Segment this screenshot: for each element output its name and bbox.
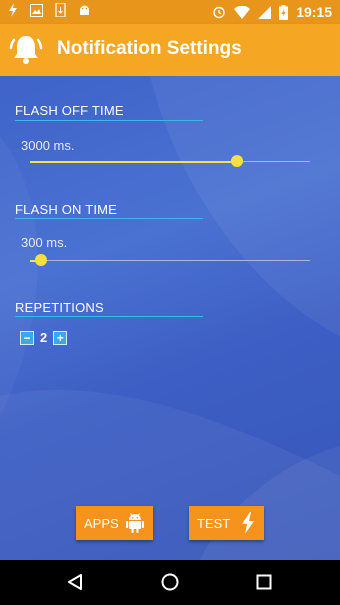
app-bar: Notification Settings (0, 24, 340, 76)
flash-on-value: 300 ms. (21, 235, 68, 250)
bell-icon (9, 36, 43, 64)
home-icon[interactable] (161, 573, 179, 591)
repetitions-value: 2 (40, 330, 48, 345)
battery-charging-icon (279, 4, 289, 20)
apps-button-label: APPS (84, 515, 119, 531)
wifi-icon (234, 5, 251, 19)
status-time: 19:15 (296, 4, 332, 20)
apps-button[interactable]: APPS (76, 506, 153, 540)
status-system-icons: 19:15 (212, 3, 332, 21)
repetitions-stepper: − 2 + (20, 330, 68, 345)
signal-icon (258, 5, 272, 19)
increment-button[interactable]: + (53, 330, 68, 345)
flash-off-slider-fill (30, 160, 238, 163)
repetitions-divider (15, 316, 203, 317)
page-title: Notification Settings (57, 38, 242, 59)
image-icon (30, 3, 43, 17)
repetitions-title: REPETITIONS (15, 300, 104, 315)
flash-on-slider[interactable] (30, 254, 310, 266)
flash-on-divider (15, 218, 203, 219)
flash-on-title: FLASH ON TIME (15, 202, 118, 217)
flash-off-value: 3000 ms. (21, 138, 75, 153)
settings-panel: FLASH OFF TIME 3000 ms. FLASH ON TIME 30… (0, 76, 340, 560)
status-bar: 19:15 (0, 0, 340, 24)
flash-off-slider[interactable] (30, 155, 310, 167)
alarm-icon (213, 6, 225, 19)
status-notification-icons (8, 3, 91, 17)
sd-card-icon (55, 3, 66, 17)
lightning-icon (242, 512, 254, 534)
flash-icon (9, 3, 17, 17)
decrement-button[interactable]: − (20, 330, 34, 345)
navigation-bar (0, 560, 340, 605)
recents-icon[interactable] (256, 574, 272, 590)
test-button-label: TEST (197, 515, 231, 531)
test-button[interactable]: TEST (189, 506, 264, 540)
android-icon (80, 5, 89, 15)
flash-off-title: FLASH OFF TIME (15, 103, 124, 118)
flash-off-divider (15, 120, 203, 121)
back-icon[interactable] (66, 573, 84, 591)
android-icon (126, 513, 144, 533)
